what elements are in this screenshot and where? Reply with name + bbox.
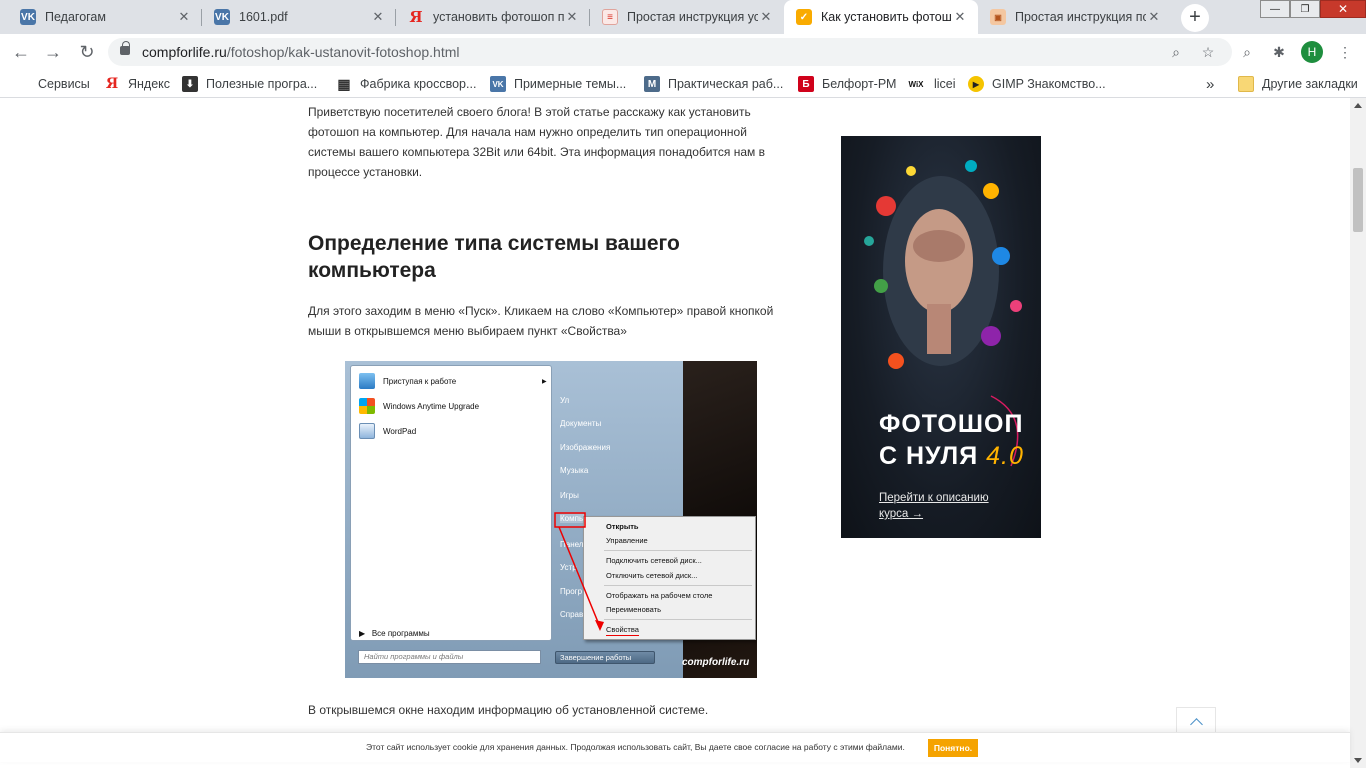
ad-subtitle: С НУЛЯ 4.0	[879, 442, 1024, 471]
course-ad-banner[interactable]: ФОТОШОП С НУЛЯ 4.0 Перейти к описанию ку…	[841, 136, 1041, 538]
section-heading: Определение типа системы вашего компьюте…	[308, 232, 680, 282]
folder-icon	[1238, 76, 1254, 92]
tab-title: установить фотошоп по	[433, 10, 564, 24]
ad-subtitle-text: С НУЛЯ	[879, 442, 979, 470]
vk-icon: VK	[490, 76, 506, 92]
tab-simple-instruction-2[interactable]: ▣ Простая инструкция по ✕	[978, 0, 1172, 34]
ad-title: ФОТОШОП	[879, 410, 1024, 438]
lock-icon	[120, 41, 130, 55]
m-icon: M	[644, 76, 660, 92]
crossword-icon: ▦	[337, 75, 351, 92]
tab-title: Как установить фотош	[821, 10, 952, 24]
bookmark-gimp[interactable]: ▶ GIMP Знакомство...	[968, 75, 1106, 93]
browser-toolbar: ← → ↻ compforlife.ru/fotoshop/kak-ustano…	[0, 34, 1366, 70]
close-icon[interactable]: ✕	[370, 9, 386, 25]
bookmark-licei[interactable]: WiX licei	[906, 75, 956, 93]
ad-course-link[interactable]: Перейти к описанию курса →	[879, 490, 1019, 522]
article-step: Для этого заходим в меню «Пуск». Кликаем…	[308, 304, 774, 338]
url-host: compforlife.ru	[142, 44, 227, 60]
tab-title: Педагогам	[45, 10, 106, 24]
bookmark-label: Практическая раб...	[668, 77, 784, 91]
url-text: compforlife.ru/fotoshop/kak-ustanovit-fo…	[142, 44, 460, 60]
checkmark-icon: ✓	[796, 9, 812, 25]
bookmark-crossword-factory[interactable]: ▦ Фабрика кроссвор...	[336, 75, 476, 93]
extensions-puzzle-icon[interactable]: ✱	[1268, 42, 1290, 62]
bookmarks-overflow-button[interactable]: »	[1206, 75, 1214, 93]
bookmarks-bar: Сервисы Я Яндекс ⬇ Полезные програ... ▦ …	[0, 70, 1366, 98]
bookmark-sample-topics[interactable]: VK Примерные темы...	[490, 75, 626, 93]
b-icon: Б	[798, 76, 814, 92]
bookmark-label: Белфорт-РМ	[822, 77, 897, 91]
tab-title: Простая инструкция ус	[627, 10, 758, 24]
minimize-button[interactable]: —	[1260, 0, 1290, 18]
tab-title: 1601.pdf	[239, 10, 288, 24]
download-icon: ⬇	[182, 76, 198, 92]
back-button[interactable]: ←	[8, 40, 34, 64]
bookmark-practical-work[interactable]: M Практическая раб...	[644, 75, 783, 93]
close-icon[interactable]: ✕	[564, 9, 580, 25]
other-bookmarks-label: Другие закладки	[1262, 77, 1358, 91]
cookie-text: Этот сайт использует cookie для хранения…	[366, 742, 905, 752]
vk-icon: VK	[214, 9, 230, 25]
other-bookmarks[interactable]: Другие закладки	[1238, 75, 1358, 93]
yandex-icon: Я	[105, 76, 119, 92]
maximize-button[interactable]: ❐	[1290, 0, 1320, 18]
close-icon[interactable]: ✕	[1146, 9, 1162, 25]
scroll-down-arrow-icon[interactable]	[1354, 758, 1362, 763]
bookmark-label: licei	[934, 77, 956, 91]
article-after: В открывшемся окне находим информацию об…	[308, 703, 709, 717]
url-path: /fotoshop/kak-ustanovit-fotoshop.html	[226, 44, 460, 60]
wix-icon: WiX	[908, 79, 924, 89]
tab-1601-pdf[interactable]: VK 1601.pdf ✕	[202, 0, 396, 34]
bookmark-label: Сервисы	[38, 77, 90, 91]
scroll-up-arrow-icon[interactable]	[1354, 103, 1362, 108]
vk-icon: VK	[20, 9, 36, 25]
bookmark-yandex[interactable]: Я Яндекс	[104, 75, 170, 93]
tab-pedagogam[interactable]: VK Педагогам ✕	[8, 0, 202, 34]
menu-kebab-icon[interactable]: ⋮	[1334, 42, 1356, 62]
windows-start-menu-screenshot: Приступая к работе ▶ Windows Anytime Upg…	[345, 361, 757, 678]
close-icon[interactable]: ✕	[952, 9, 968, 25]
profile-avatar[interactable]: Н	[1301, 41, 1323, 63]
play-icon: ▶	[968, 76, 984, 92]
red-arrow-annotation	[554, 512, 604, 631]
window-controls: — ❐ ✕	[1260, 0, 1366, 18]
bookmark-label: Полезные програ...	[206, 77, 318, 91]
tab-install-photoshop-search[interactable]: Я установить фотошоп по ✕	[396, 0, 590, 34]
image-icon: ▣	[990, 9, 1006, 25]
bookmark-label: Фабрика кроссвор...	[360, 77, 477, 91]
bookmark-label: GIMP Знакомство...	[992, 77, 1106, 91]
bookmark-belfort[interactable]: Б Белфорт-РМ	[798, 75, 896, 93]
article-intro: Приветствую посетителей своего блога! В …	[308, 105, 765, 179]
bookmark-services[interactable]: Сервисы	[14, 75, 90, 93]
forward-button[interactable]: →	[40, 40, 66, 64]
page-content: Приветствую посетителей своего блога! В …	[0, 98, 1350, 768]
bookmark-star-icon[interactable]: ☆	[1199, 43, 1217, 61]
screenshot-watermark: compforlife.ru	[682, 657, 750, 668]
cookie-consent-bar: Этот сайт использует cookie для хранения…	[0, 732, 1350, 762]
window-close-button[interactable]: ✕	[1320, 0, 1366, 18]
new-tab-button[interactable]: +	[1181, 4, 1209, 32]
zoom-icon[interactable]: ⌕	[1167, 43, 1185, 61]
apps-grid-icon	[14, 76, 30, 92]
reload-button[interactable]: ↻	[74, 40, 100, 64]
page-scrollbar[interactable]	[1350, 98, 1366, 768]
tab-how-to-install-photoshop[interactable]: ✓ Как установить фотош ✕	[784, 0, 978, 34]
address-bar[interactable]: compforlife.ru/fotoshop/kak-ustanovit-fo…	[108, 38, 1232, 66]
scrollbar-thumb[interactable]	[1353, 168, 1363, 232]
bookmark-label: Яндекс	[128, 77, 171, 91]
ad-version: 4.0	[986, 442, 1024, 470]
search-extension-icon[interactable]: ⌕	[1236, 42, 1258, 62]
bookmark-label: Примерные темы...	[514, 77, 627, 91]
ad-artwork	[864, 160, 1022, 467]
close-icon[interactable]: ✕	[176, 9, 192, 25]
cookie-accept-button[interactable]: Понятно.	[928, 739, 978, 757]
document-icon: ≡	[602, 9, 618, 25]
bookmark-useful-programs[interactable]: ⬇ Полезные програ...	[182, 75, 317, 93]
tab-strip: VK Педагогам ✕ VK 1601.pdf ✕ Я установит…	[0, 0, 1366, 34]
tab-simple-instruction-1[interactable]: ≡ Простая инструкция ус ✕	[590, 0, 784, 34]
close-icon[interactable]: ✕	[758, 9, 774, 25]
yandex-icon: Я	[409, 8, 423, 26]
tab-title: Простая инструкция по	[1015, 10, 1146, 24]
